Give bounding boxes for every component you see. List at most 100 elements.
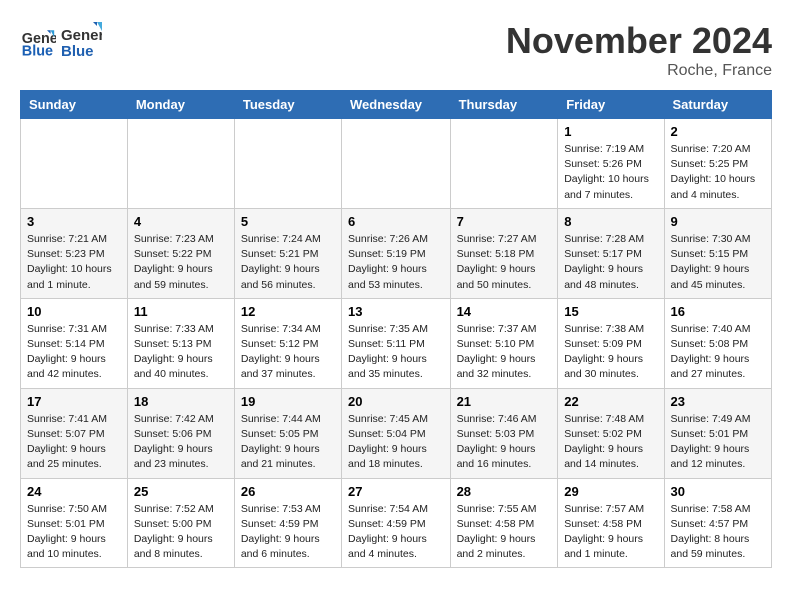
day-number: 16 xyxy=(671,304,765,319)
day-info: Sunrise: 7:41 AM Sunset: 5:07 PM Dayligh… xyxy=(27,412,121,473)
day-info: Sunrise: 7:21 AM Sunset: 5:23 PM Dayligh… xyxy=(27,232,121,293)
day-info: Sunrise: 7:23 AM Sunset: 5:22 PM Dayligh… xyxy=(134,232,228,293)
day-info: Sunrise: 7:45 AM Sunset: 5:04 PM Dayligh… xyxy=(348,412,444,473)
calendar-cell: 18 Sunrise: 7:42 AM Sunset: 5:06 PM Dayli… xyxy=(127,388,234,478)
general-blue-logo-graphic: General Blue xyxy=(60,20,102,62)
calendar-week-row: 10 Sunrise: 7:31 AM Sunset: 5:14 PM Dayli… xyxy=(21,298,772,388)
day-number: 18 xyxy=(134,394,228,409)
calendar-cell: 6Sunrise: 7:26 AM Sunset: 5:19 PM Daylig… xyxy=(342,208,451,298)
calendar-cell xyxy=(342,119,451,209)
svg-text:Blue: Blue xyxy=(61,43,94,60)
day-number: 25 xyxy=(134,484,228,499)
calendar-cell: 9 Sunrise: 7:30 AM Sunset: 5:15 PM Daylig… xyxy=(664,208,771,298)
day-info: Sunrise: 7:20 AM Sunset: 5:25 PM Dayligh… xyxy=(671,142,765,203)
day-info: Sunrise: 7:30 AM Sunset: 5:15 PM Dayligh… xyxy=(671,232,765,293)
day-number: 10 xyxy=(27,304,121,319)
month-title: November 2024 xyxy=(506,20,772,62)
day-number: 12 xyxy=(241,304,335,319)
calendar-week-row: 3 Sunrise: 7:21 AM Sunset: 5:23 PM Daylig… xyxy=(21,208,772,298)
day-info: Sunrise: 7:31 AM Sunset: 5:14 PM Dayligh… xyxy=(27,322,121,383)
weekday-header-monday: Monday xyxy=(127,91,234,119)
calendar-cell: 12 Sunrise: 7:34 AM Sunset: 5:12 PM Dayli… xyxy=(234,298,341,388)
calendar-week-row: 24 Sunrise: 7:50 AM Sunset: 5:01 PM Dayli… xyxy=(21,478,772,568)
calendar-cell xyxy=(234,119,341,209)
calendar-cell: 25 Sunrise: 7:52 AM Sunset: 5:00 PM Dayli… xyxy=(127,478,234,568)
location: Roche, France xyxy=(506,62,772,80)
day-number: 30 xyxy=(671,484,765,499)
calendar-cell: 23 Sunrise: 7:49 AM Sunset: 5:01 PM Dayli… xyxy=(664,388,771,478)
day-number: 22 xyxy=(564,394,657,409)
calendar-cell: 5 Sunrise: 7:24 AM Sunset: 5:21 PM Daylig… xyxy=(234,208,341,298)
day-number: 26 xyxy=(241,484,335,499)
calendar-cell: 8 Sunrise: 7:28 AM Sunset: 5:17 PM Daylig… xyxy=(558,208,664,298)
calendar-table: SundayMondayTuesdayWednesdayThursdayFrid… xyxy=(20,90,772,568)
weekday-header-saturday: Saturday xyxy=(664,91,771,119)
calendar-cell: 7 Sunrise: 7:27 AM Sunset: 5:18 PM Daylig… xyxy=(450,208,558,298)
day-info: Sunrise: 7:46 AM Sunset: 5:03 PM Dayligh… xyxy=(457,412,552,473)
day-number: 1 xyxy=(564,124,657,139)
calendar-cell: 24 Sunrise: 7:50 AM Sunset: 5:01 PM Dayli… xyxy=(21,478,128,568)
calendar-cell: 22Sunrise: 7:48 AM Sunset: 5:02 PM Dayli… xyxy=(558,388,664,478)
day-info: Sunrise: 7:49 AM Sunset: 5:01 PM Dayligh… xyxy=(671,412,765,473)
logo: General Blue General Blue xyxy=(20,20,102,62)
logo-icon: General Blue xyxy=(20,23,56,59)
day-number: 27 xyxy=(348,484,444,499)
day-number: 5 xyxy=(241,214,335,229)
day-info: Sunrise: 7:50 AM Sunset: 5:01 PM Dayligh… xyxy=(27,502,121,563)
calendar-cell: 2Sunrise: 7:20 AM Sunset: 5:25 PM Daylig… xyxy=(664,119,771,209)
day-info: Sunrise: 7:55 AM Sunset: 4:58 PM Dayligh… xyxy=(457,502,552,563)
weekday-header-sunday: Sunday xyxy=(21,91,128,119)
day-number: 14 xyxy=(457,304,552,319)
day-number: 4 xyxy=(134,214,228,229)
day-info: Sunrise: 7:26 AM Sunset: 5:19 PM Dayligh… xyxy=(348,232,444,293)
calendar-cell: 17 Sunrise: 7:41 AM Sunset: 5:07 PM Dayli… xyxy=(21,388,128,478)
day-number: 23 xyxy=(671,394,765,409)
weekday-header-row: SundayMondayTuesdayWednesdayThursdayFrid… xyxy=(21,91,772,119)
day-info: Sunrise: 7:37 AM Sunset: 5:10 PM Dayligh… xyxy=(457,322,552,383)
day-number: 17 xyxy=(27,394,121,409)
calendar-cell: 11 Sunrise: 7:33 AM Sunset: 5:13 PM Dayli… xyxy=(127,298,234,388)
calendar-cell xyxy=(21,119,128,209)
day-number: 9 xyxy=(671,214,765,229)
day-number: 11 xyxy=(134,304,228,319)
calendar-cell xyxy=(127,119,234,209)
day-info: Sunrise: 7:53 AM Sunset: 4:59 PM Dayligh… xyxy=(241,502,335,563)
day-number: 13 xyxy=(348,304,444,319)
calendar-cell: 4 Sunrise: 7:23 AM Sunset: 5:22 PM Daylig… xyxy=(127,208,234,298)
calendar-cell: 14 Sunrise: 7:37 AM Sunset: 5:10 PM Dayli… xyxy=(450,298,558,388)
calendar-cell xyxy=(450,119,558,209)
calendar-cell: 1Sunrise: 7:19 AM Sunset: 5:26 PM Daylig… xyxy=(558,119,664,209)
calendar-cell: 29 Sunrise: 7:57 AM Sunset: 4:58 PM Dayli… xyxy=(558,478,664,568)
day-number: 3 xyxy=(27,214,121,229)
calendar-cell: 30Sunrise: 7:58 AM Sunset: 4:57 PM Dayli… xyxy=(664,478,771,568)
calendar-cell: 16 Sunrise: 7:40 AM Sunset: 5:08 PM Dayli… xyxy=(664,298,771,388)
day-info: Sunrise: 7:27 AM Sunset: 5:18 PM Dayligh… xyxy=(457,232,552,293)
calendar-cell: 3 Sunrise: 7:21 AM Sunset: 5:23 PM Daylig… xyxy=(21,208,128,298)
svg-text:General: General xyxy=(61,27,102,44)
day-info: Sunrise: 7:42 AM Sunset: 5:06 PM Dayligh… xyxy=(134,412,228,473)
day-number: 24 xyxy=(27,484,121,499)
day-number: 29 xyxy=(564,484,657,499)
day-info: Sunrise: 7:28 AM Sunset: 5:17 PM Dayligh… xyxy=(564,232,657,293)
calendar-cell: 28 Sunrise: 7:55 AM Sunset: 4:58 PM Dayli… xyxy=(450,478,558,568)
day-number: 19 xyxy=(241,394,335,409)
day-number: 7 xyxy=(457,214,552,229)
day-number: 28 xyxy=(457,484,552,499)
calendar-cell: 15Sunrise: 7:38 AM Sunset: 5:09 PM Dayli… xyxy=(558,298,664,388)
calendar-week-row: 17 Sunrise: 7:41 AM Sunset: 5:07 PM Dayli… xyxy=(21,388,772,478)
day-number: 20 xyxy=(348,394,444,409)
day-info: Sunrise: 7:34 AM Sunset: 5:12 PM Dayligh… xyxy=(241,322,335,383)
day-info: Sunrise: 7:54 AM Sunset: 4:59 PM Dayligh… xyxy=(348,502,444,563)
day-info: Sunrise: 7:57 AM Sunset: 4:58 PM Dayligh… xyxy=(564,502,657,563)
day-info: Sunrise: 7:44 AM Sunset: 5:05 PM Dayligh… xyxy=(241,412,335,473)
page-header: General Blue General Blue November 2024 … xyxy=(20,20,772,80)
calendar-cell: 26 Sunrise: 7:53 AM Sunset: 4:59 PM Dayli… xyxy=(234,478,341,568)
day-number: 8 xyxy=(564,214,657,229)
day-info: Sunrise: 7:24 AM Sunset: 5:21 PM Dayligh… xyxy=(241,232,335,293)
svg-text:Blue: Blue xyxy=(22,43,53,59)
day-info: Sunrise: 7:40 AM Sunset: 5:08 PM Dayligh… xyxy=(671,322,765,383)
day-info: Sunrise: 7:33 AM Sunset: 5:13 PM Dayligh… xyxy=(134,322,228,383)
day-number: 15 xyxy=(564,304,657,319)
day-info: Sunrise: 7:52 AM Sunset: 5:00 PM Dayligh… xyxy=(134,502,228,563)
day-number: 21 xyxy=(457,394,552,409)
